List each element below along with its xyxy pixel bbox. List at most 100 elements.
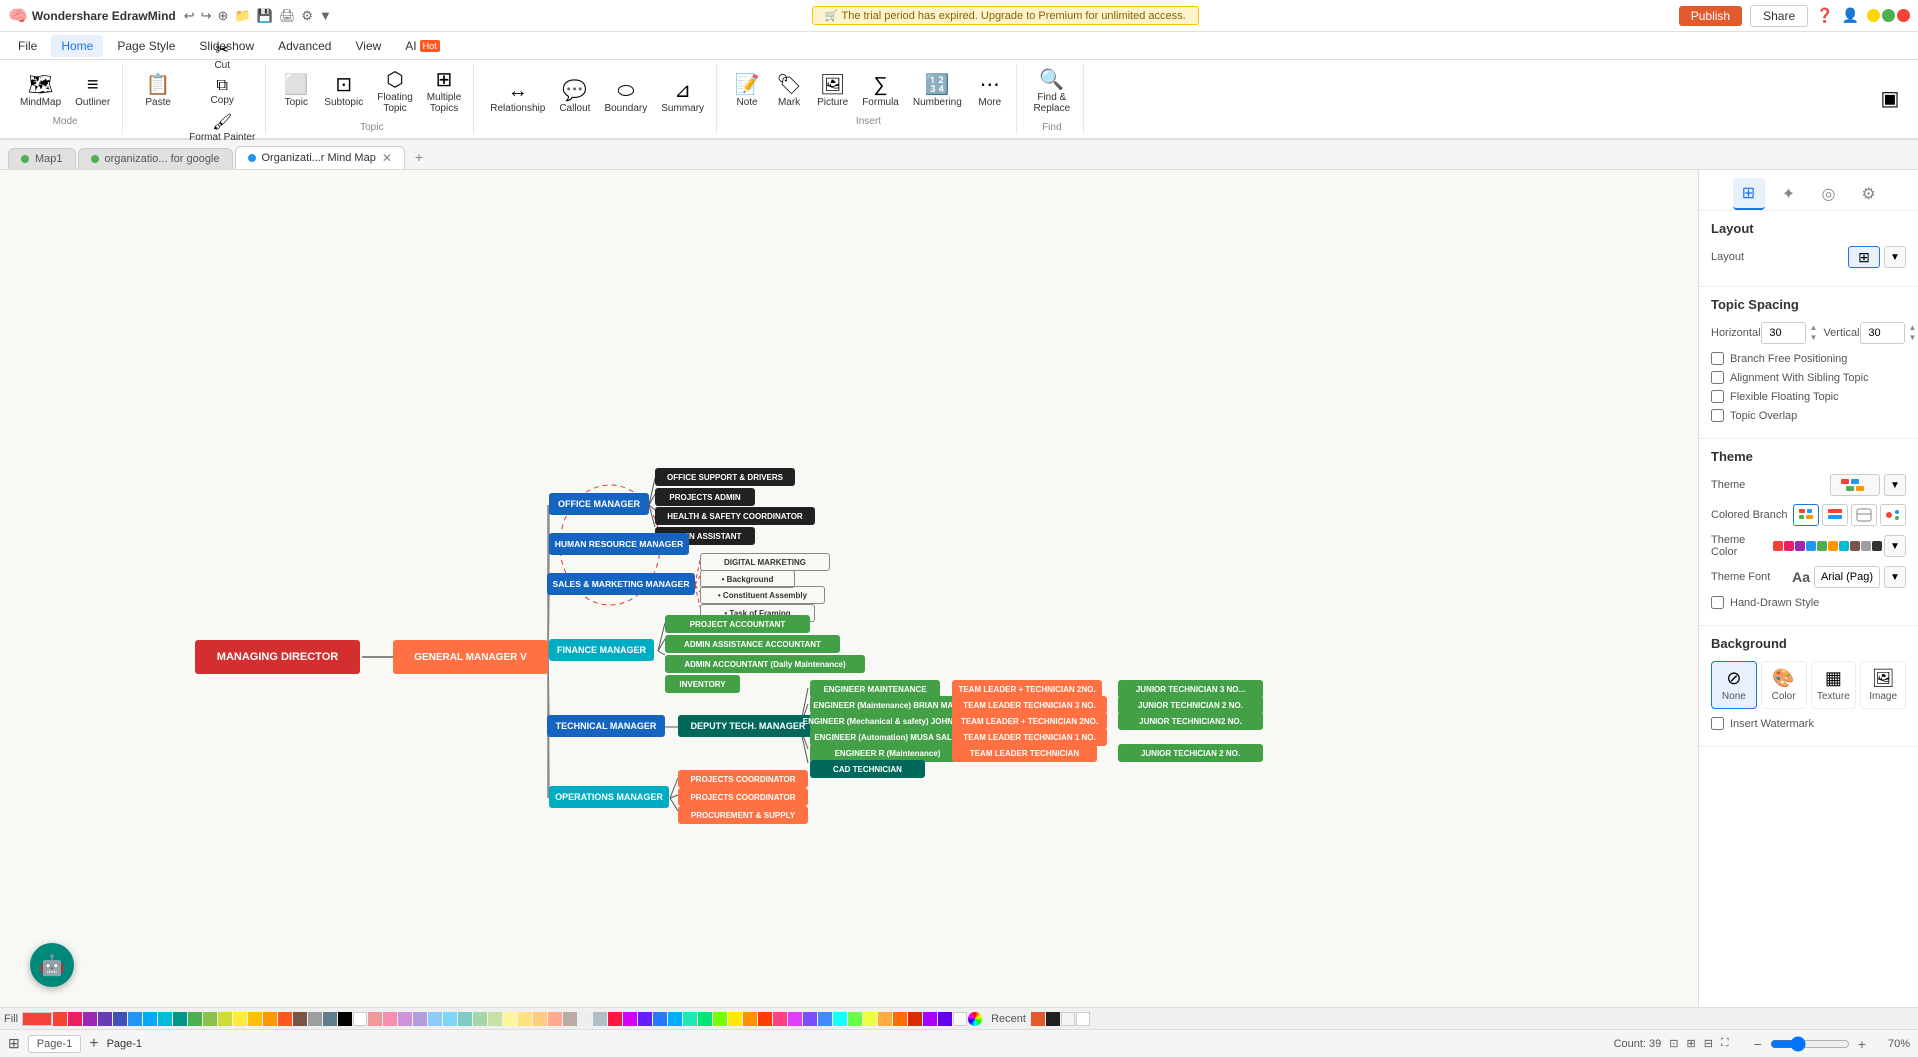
theme-dropdown-btn[interactable]: ▼ bbox=[1884, 474, 1906, 496]
palette-deep-purple[interactable] bbox=[98, 1012, 112, 1026]
palette-green[interactable] bbox=[188, 1012, 202, 1026]
numbering-btn[interactable]: 🔢 Numbering bbox=[907, 71, 968, 112]
palette-cyan-a200[interactable] bbox=[833, 1012, 847, 1026]
multiple-topics-btn[interactable]: ⊞ Multiple Topics bbox=[421, 66, 467, 118]
add-btn[interactable]: ⊕ bbox=[218, 8, 229, 24]
picture-btn[interactable]: 🖼 Picture bbox=[811, 71, 854, 112]
palette-green-accent[interactable] bbox=[698, 1012, 712, 1026]
palette-blue-a200[interactable] bbox=[818, 1012, 832, 1026]
palette-blue-200[interactable] bbox=[428, 1012, 442, 1026]
flexible-floating-checkbox[interactable] bbox=[1711, 390, 1724, 403]
palette-indigo[interactable] bbox=[113, 1012, 127, 1026]
palette-purple-200[interactable] bbox=[398, 1012, 412, 1026]
palette-orange-200[interactable] bbox=[533, 1012, 547, 1026]
settings-btn2[interactable]: ⚙ bbox=[301, 8, 313, 24]
palette-bg[interactable] bbox=[953, 1012, 967, 1026]
node-junior-tech2no[interactable]: JUNIOR TECHNICIAN2 NO. bbox=[1118, 712, 1263, 730]
fill-color-box[interactable] bbox=[22, 1012, 52, 1026]
grid-toggle-btn[interactable]: ⊞ bbox=[8, 1035, 20, 1052]
node-cad-technician[interactable]: CAD TECHNICIAN bbox=[810, 760, 925, 778]
node-operations-manager[interactable]: OPERATIONS MANAGER bbox=[549, 786, 669, 808]
relationship-btn[interactable]: ↔ Relationship bbox=[484, 77, 551, 118]
callout-btn[interactable]: 💬 Callout bbox=[553, 77, 596, 118]
fit-page-btn[interactable]: ⊡ bbox=[1669, 1037, 1678, 1050]
node-office-support[interactable]: OFFICE SUPPORT & DRIVERS bbox=[655, 468, 795, 486]
palette-orange[interactable] bbox=[263, 1012, 277, 1026]
cb-btn-1[interactable] bbox=[1793, 504, 1819, 526]
zoom-slider[interactable] bbox=[1770, 1036, 1850, 1052]
more-btn2[interactable]: ⋯ More bbox=[970, 71, 1010, 112]
find-replace-btn[interactable]: 🔍 Find & Replace bbox=[1027, 66, 1077, 118]
node-office-manager[interactable]: OFFICE MANAGER bbox=[549, 493, 649, 515]
recent-2[interactable] bbox=[1046, 1012, 1060, 1026]
palette-red-accent[interactable] bbox=[608, 1012, 622, 1026]
vertical-up[interactable]: ▲ bbox=[1909, 323, 1917, 333]
color-swatch-orange[interactable] bbox=[1828, 541, 1838, 551]
bg-image-btn[interactable]: 🖼 Image bbox=[1860, 661, 1906, 709]
palette-pink-accent[interactable] bbox=[773, 1012, 787, 1026]
node-health-safety[interactable]: HEALTH & SAFETY COORDINATOR bbox=[655, 507, 815, 525]
print-btn[interactable]: 🖨 bbox=[279, 8, 296, 24]
cb-btn-4[interactable] bbox=[1880, 504, 1906, 526]
color-swatch-red[interactable] bbox=[1773, 541, 1783, 551]
floating-topic-btn[interactable]: ⬡ Floating Topic bbox=[371, 66, 419, 118]
palette-green-a200[interactable] bbox=[848, 1012, 862, 1026]
node-general-manager[interactable]: GENERAL MANAGER V bbox=[393, 640, 548, 674]
palette-white[interactable] bbox=[353, 1012, 367, 1026]
palette-lime[interactable] bbox=[218, 1012, 232, 1026]
undo-btn[interactable]: ↩ bbox=[184, 8, 195, 24]
palette-light-green[interactable] bbox=[203, 1012, 217, 1026]
user-icon[interactable]: 👤 bbox=[1842, 7, 1859, 24]
node-inventory[interactable]: INVENTORY bbox=[665, 675, 740, 693]
alignment-sibling-checkbox[interactable] bbox=[1711, 371, 1724, 384]
palette-deep-orange-200[interactable] bbox=[548, 1012, 562, 1026]
palette-cyan[interactable] bbox=[158, 1012, 172, 1026]
palette-light-green-accent[interactable] bbox=[713, 1012, 727, 1026]
palette-deep-orange-a200[interactable] bbox=[893, 1012, 907, 1026]
bg-texture-btn[interactable]: ▦ Texture bbox=[1811, 661, 1857, 709]
format-painter-btn[interactable]: 🖌 Format Painter bbox=[185, 110, 259, 145]
node-digital-marketing[interactable]: DIGITAL MARKETING bbox=[700, 553, 830, 571]
palette-deep-purple-200[interactable] bbox=[413, 1012, 427, 1026]
node-sales-manager[interactable]: SALES & MARKETING MANAGER bbox=[547, 573, 695, 595]
palette-deep-purple-a700[interactable] bbox=[938, 1012, 952, 1026]
panel-tab-layout[interactable]: ⊞ bbox=[1733, 178, 1765, 210]
palette-black[interactable] bbox=[338, 1012, 352, 1026]
palette-purple-a700[interactable] bbox=[923, 1012, 937, 1026]
save-btn[interactable]: 💾 bbox=[257, 8, 273, 24]
color-swatch-brown[interactable] bbox=[1850, 541, 1860, 551]
palette-light-blue-accent[interactable] bbox=[668, 1012, 682, 1026]
palette-blue[interactable] bbox=[128, 1012, 142, 1026]
node-managing-director[interactable]: MANAGING DIRECTOR bbox=[195, 640, 360, 674]
mark-btn[interactable]: 🏷 Mark bbox=[769, 71, 809, 112]
palette-light-blue[interactable] bbox=[143, 1012, 157, 1026]
node-admin-accountant-daily[interactable]: ADMIN ACCOUNTANT (Daily Maintenance) bbox=[665, 655, 865, 673]
cut-btn[interactable]: ✂ Cut bbox=[185, 38, 259, 73]
menu-home[interactable]: Home bbox=[51, 35, 103, 57]
palette-brown[interactable] bbox=[293, 1012, 307, 1026]
node-constituent-assembly[interactable]: • Constituent Assembly bbox=[700, 586, 825, 604]
palette-yellow[interactable] bbox=[233, 1012, 247, 1026]
folder-btn[interactable]: 📁 bbox=[234, 8, 250, 24]
topic-overlap-checkbox[interactable] bbox=[1711, 409, 1724, 422]
palette-blue-grey-200[interactable] bbox=[593, 1012, 607, 1026]
page-label[interactable]: Page-1 bbox=[28, 1035, 81, 1053]
palette-grey[interactable] bbox=[308, 1012, 322, 1026]
palette-pink-200[interactable] bbox=[383, 1012, 397, 1026]
zoom-out-btn[interactable]: − bbox=[1754, 1036, 1762, 1052]
palette-red-200[interactable] bbox=[368, 1012, 382, 1026]
node-project-accountant[interactable]: PROJECT ACCOUNTANT bbox=[665, 615, 810, 633]
palette-deep-purple-accent[interactable] bbox=[638, 1012, 652, 1026]
font-dropdown-btn[interactable]: ▼ bbox=[1884, 566, 1906, 588]
palette-orange-accent[interactable] bbox=[743, 1012, 757, 1026]
palette-deep-orange-accent[interactable] bbox=[758, 1012, 772, 1026]
color-swatch-pink[interactable] bbox=[1784, 541, 1794, 551]
palette-light-green-200[interactable] bbox=[488, 1012, 502, 1026]
node-procurement[interactable]: PROCUREMENT & SUPPLY bbox=[678, 806, 808, 824]
horizontal-down[interactable]: ▼ bbox=[1810, 333, 1818, 343]
node-finance-manager[interactable]: FINANCE MANAGER bbox=[549, 639, 654, 661]
recent-3[interactable] bbox=[1061, 1012, 1075, 1026]
menu-file[interactable]: File bbox=[8, 35, 47, 57]
layout-dropdown-btn[interactable]: ▼ bbox=[1884, 246, 1906, 268]
palette-yellow-200[interactable] bbox=[503, 1012, 517, 1026]
